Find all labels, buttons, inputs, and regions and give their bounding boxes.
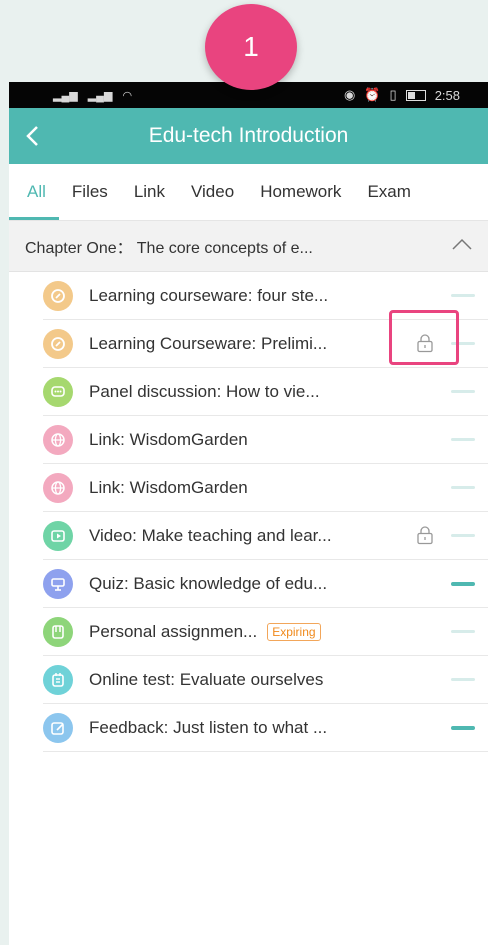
activity-row[interactable]: Feedback: Just listen to what ...: [43, 704, 488, 752]
courseware-icon: [43, 280, 73, 311]
lock-icon: [415, 525, 435, 545]
step-number: 1: [243, 31, 259, 62]
activity-row[interactable]: Personal assignmen... Expiring: [43, 608, 488, 656]
activity-row[interactable]: Panel discussion: How to vie...: [43, 368, 488, 416]
link-globe-icon: [43, 424, 73, 455]
assignment-icon: [43, 616, 73, 647]
progress-indicator: [451, 534, 475, 537]
tab-video[interactable]: Video: [178, 164, 247, 220]
signal-icon-2: ▂▄▆: [87, 89, 113, 102]
progress-indicator: [451, 630, 475, 633]
chevron-up-icon[interactable]: [452, 237, 472, 255]
expiring-badge: Expiring: [267, 622, 321, 641]
chevron-left-icon: [26, 126, 38, 146]
battery-icon: [405, 89, 426, 101]
progress-indicator: [451, 486, 475, 489]
activity-row[interactable]: Link: WisdomGarden: [43, 416, 488, 464]
progress-indicator: [451, 390, 475, 393]
activity-label: Feedback: Just listen to what ...: [89, 717, 328, 737]
activity-label: Quiz: Basic knowledge of edu...: [89, 573, 328, 593]
status-right: ◉ ⏰ ▯ 2:58: [344, 87, 460, 103]
progress-indicator: [451, 438, 475, 441]
activity-row[interactable]: Video: Make teaching and lear...: [43, 512, 488, 560]
activity-label: Learning courseware: four ste...: [89, 285, 329, 305]
lock-highlight-box: [389, 310, 459, 365]
activity-label: Panel discussion: How to vie...: [89, 381, 320, 401]
page-title: Edu-tech Introduction: [148, 124, 349, 147]
tab-bar: All Files Link Video Homework Exam: [9, 164, 488, 221]
progress-indicator: [451, 294, 475, 297]
link-globe-icon: [43, 472, 73, 503]
step-number-badge: 1: [205, 4, 297, 90]
feedback-icon: [43, 712, 73, 743]
activity-row[interactable]: Quiz: Basic knowledge of edu...: [43, 560, 488, 608]
activity-label: Video: Make teaching and lear...: [89, 525, 332, 545]
progress-indicator: [451, 726, 475, 730]
activity-label: Link: WisdomGarden: [89, 477, 248, 497]
activity-label: Online test: Evaluate ourselves: [89, 669, 324, 689]
status-time: 2:58: [434, 87, 460, 103]
tab-all[interactable]: All: [9, 164, 59, 220]
chapter-title: Chapter One： The core concepts of e...: [25, 240, 313, 257]
signal-icon: ▂▄▆: [53, 89, 78, 102]
progress-indicator: [451, 582, 475, 586]
quiz-icon: [43, 568, 73, 599]
phone-screen: ▂▄▆ ▂▄▆ ◠ ◉ ⏰ ▯ 2:58 Edu-tech Introducti…: [9, 82, 488, 945]
discussion-icon: [43, 376, 73, 407]
online-test-icon: [43, 664, 73, 695]
alarm-icon: ⏰: [364, 87, 381, 102]
video-icon: [43, 520, 73, 551]
back-button[interactable]: [25, 108, 55, 164]
tab-files[interactable]: Files: [59, 164, 121, 220]
activity-row[interactable]: Link: WisdomGarden: [43, 464, 488, 512]
app-header: Edu-tech Introduction: [9, 108, 488, 164]
eye-icon: ◉: [344, 87, 356, 102]
vibrate-icon: ▯: [389, 87, 397, 102]
activity-label: Link: WisdomGarden: [89, 429, 248, 449]
tab-homework[interactable]: Homework: [247, 164, 354, 220]
activity-label: Personal assignmen...: [89, 621, 258, 641]
signal-icons: ▂▄▆ ▂▄▆ ◠: [53, 89, 132, 102]
activity-label: Learning Courseware: Prelimi...: [89, 333, 328, 353]
courseware-icon: [43, 328, 73, 359]
chapter-header[interactable]: Chapter One： The core concepts of e...: [9, 221, 488, 272]
tab-exam[interactable]: Exam: [354, 164, 423, 220]
wifi-icon: ◠: [122, 89, 133, 102]
tab-link[interactable]: Link: [121, 164, 178, 220]
progress-indicator: [451, 678, 475, 681]
activity-row[interactable]: Online test: Evaluate ourselves: [43, 656, 488, 704]
